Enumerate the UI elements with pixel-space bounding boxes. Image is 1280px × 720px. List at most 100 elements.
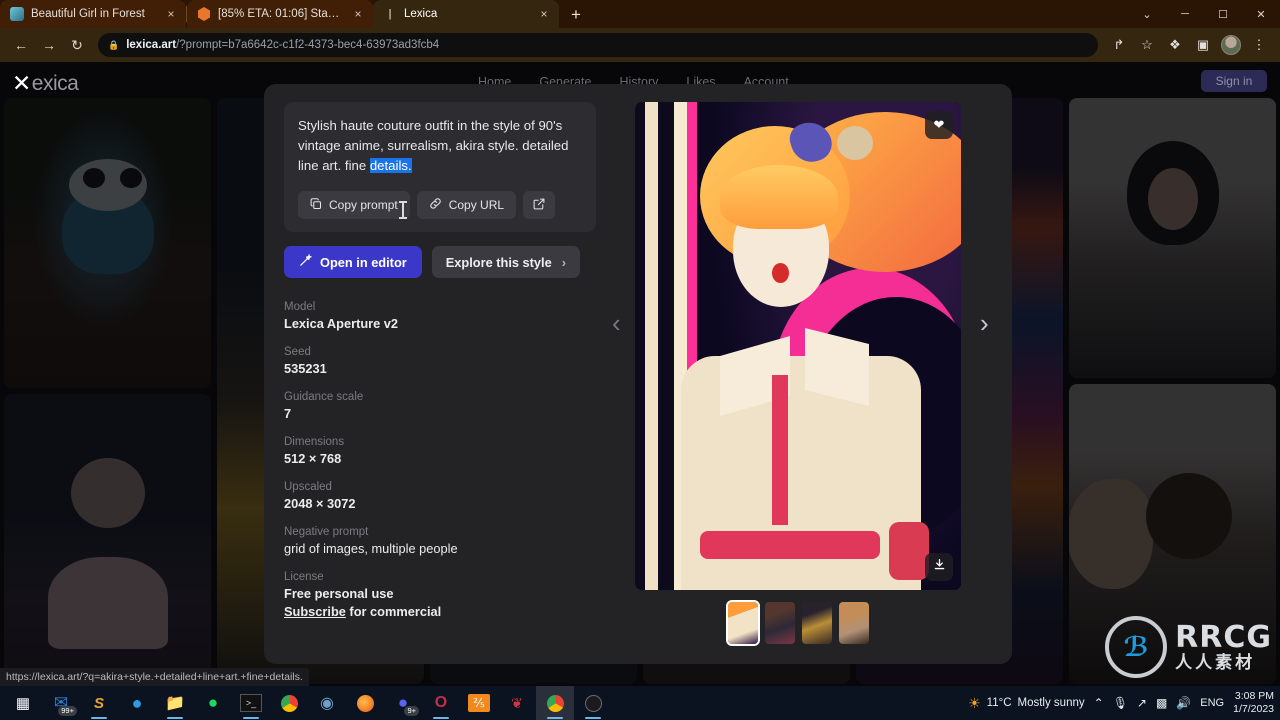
thumbnail-2[interactable] (801, 602, 832, 644)
taskbar-chrome-window[interactable] (536, 686, 574, 720)
side-panel-icon[interactable]: ▣ (1190, 32, 1216, 58)
running-indicator (547, 717, 563, 719)
modal-left-panel: Stylish haute couture outfit in the styl… (284, 102, 604, 646)
prompt-text[interactable]: Stylish haute couture outfit in the styl… (298, 116, 582, 176)
thumbnail-0[interactable] (725, 600, 760, 646)
taskbar-mail[interactable]: ✉ 99+ (42, 686, 80, 720)
reload-button[interactable]: ↻ (64, 32, 90, 58)
metadata-row-negative-prompt: Negative prompt grid of images, multiple… (284, 525, 596, 558)
subscribe-link[interactable]: Subscribe (284, 604, 346, 619)
browser-tab-0[interactable]: Beautiful Girl in Forest × (0, 0, 186, 28)
address-bar[interactable]: 🔒 lexica.art/?prompt=b7a6642c-c1f2-4373-… (98, 33, 1098, 57)
tab-close-icon[interactable]: × (351, 7, 365, 21)
tray-expand-chevron-icon[interactable]: ⌃ (1094, 696, 1104, 710)
open-external-button[interactable] (523, 191, 556, 219)
clock[interactable]: 3:08 PM 1/7/2023 (1233, 690, 1274, 716)
metadata-label: License (284, 571, 324, 583)
taskbar-firefox[interactable] (346, 686, 384, 720)
next-image-arrow[interactable]: › (980, 308, 989, 339)
license-line-2: Subscribe for commercial (284, 603, 596, 621)
copy-url-button[interactable]: Copy URL (416, 191, 517, 219)
thumbnail-3[interactable] (838, 602, 869, 644)
share-icon[interactable]: ↱ (1106, 32, 1132, 58)
bookmark-star-icon[interactable]: ☆ (1134, 32, 1160, 58)
forward-button[interactable]: → (36, 32, 62, 58)
watermark-text: RRCG 人人素材 (1175, 622, 1272, 672)
tab-title: Lexica (404, 8, 438, 20)
previous-image-arrow[interactable]: ‹ (612, 308, 621, 339)
metadata-label: Negative prompt (284, 526, 369, 538)
hero-image[interactable]: ❤ (635, 102, 961, 590)
metadata-label: Guidance scale (284, 391, 364, 403)
like-button[interactable]: ❤ (925, 111, 953, 139)
taskbar-file-explorer[interactable]: 📁 (156, 686, 194, 720)
taskbar-orange-app[interactable]: ⅖ (460, 686, 498, 720)
weather-temperature: 11°C (986, 697, 1012, 709)
explore-this-style-button[interactable]: Explore this style › (431, 246, 580, 278)
thumbnail-1[interactable] (764, 602, 795, 644)
close-window-button[interactable]: ✕ (1242, 0, 1280, 28)
chrome-menu-icon[interactable]: ⋮ (1246, 32, 1272, 58)
firefox-icon (356, 694, 374, 712)
metadata-value: 2048 × 3072 (284, 496, 356, 511)
taskbar-steam[interactable]: ◉ (308, 686, 346, 720)
tab-close-icon[interactable]: × (164, 7, 178, 21)
battery-icon[interactable]: ▩ (1156, 696, 1167, 710)
dark-app-icon (584, 694, 602, 712)
tab-close-icon[interactable]: × (537, 7, 551, 21)
open-in-editor-button[interactable]: Open in editor (284, 246, 422, 278)
taskbar-start-button[interactable]: ▦ (4, 686, 42, 720)
taskbar-microsoft-edge[interactable]: ● (118, 686, 156, 720)
volume-icon[interactable]: 🔊 (1176, 696, 1191, 710)
minimize-button[interactable]: ─ (1166, 0, 1204, 28)
lexica-logo[interactable]: ✕ exica (12, 70, 79, 97)
running-indicator (243, 717, 259, 719)
extensions-puzzle-icon[interactable]: ❖ (1162, 32, 1188, 58)
running-indicator (433, 717, 449, 719)
new-tab-button[interactable]: + (563, 2, 589, 28)
running-indicator (167, 717, 183, 719)
taskbar-opera[interactable]: O (422, 686, 460, 720)
hero-image-wrapper: ❤ (635, 102, 961, 590)
primary-action-row: Open in editor Explore this style › (284, 246, 596, 278)
tab-search-icon[interactable]: ⌄ (1128, 0, 1166, 28)
taskbar-terminal[interactable]: >_ (232, 686, 270, 720)
metadata-row-dimensions: Dimensions 512 × 768 (284, 435, 596, 468)
watermark-mark: ℬ (1123, 631, 1149, 663)
copy-prompt-button[interactable]: Copy prompt (298, 191, 410, 219)
maximize-button[interactable]: ☐ (1204, 0, 1242, 28)
browser-tab-1[interactable]: [85% ETA: 01:06] Stable Diffusion × (187, 0, 373, 28)
mail-badge: 99+ (58, 706, 77, 716)
back-button[interactable]: ← (8, 32, 34, 58)
prompt-text-selected: details. (369, 158, 412, 173)
explore-style-label: Explore this style (445, 254, 552, 270)
terminal-icon: >_ (239, 694, 263, 712)
running-indicator (91, 717, 107, 719)
browser-tab-2[interactable]: | Lexica × (373, 0, 559, 28)
language-indicator[interactable]: ENG (1200, 697, 1224, 709)
taskbar-spotify[interactable]: ● (194, 686, 232, 720)
sign-in-button[interactable]: Sign in (1201, 70, 1267, 92)
download-button[interactable] (925, 553, 953, 581)
prompt-card: Stylish haute couture outfit in the styl… (284, 102, 596, 232)
taskbar-dark-app[interactable] (574, 686, 612, 720)
window-controls: ⌄ ─ ☐ ✕ (1128, 0, 1280, 28)
profile-avatar[interactable] (1218, 32, 1244, 58)
address-path: /?prompt=b7a6642c-c1f2-4373-bec4-63973ad… (176, 39, 440, 51)
running-indicator (585, 717, 601, 719)
metadata-value: Lexica Aperture v2 (284, 316, 399, 331)
watermark-logo-icon: ℬ (1105, 616, 1168, 678)
taskbar-sublime-text[interactable]: S (80, 686, 118, 720)
taskbar-google-chrome[interactable] (270, 686, 308, 720)
cherry-icon: ❦ (511, 694, 523, 711)
taskbar-discord[interactable]: ● 9+ (384, 686, 422, 720)
taskbar-cherry-app[interactable]: ❦ (498, 686, 536, 720)
metadata-label: Seed (284, 346, 311, 358)
clock-date: 1/7/2023 (1233, 703, 1274, 715)
network-icon[interactable]: ↗ (1137, 696, 1147, 710)
rrcg-watermark: ℬ RRCG 人人素材 (1105, 616, 1272, 678)
microphone-icon[interactable]: 🎙 (1113, 696, 1128, 710)
windows-start-icon: ▦ (15, 695, 31, 712)
weather-widget[interactable]: ☀ 11°C Mostly sunny (968, 695, 1085, 712)
screen: Beautiful Girl in Forest × [85% ETA: 01:… (0, 0, 1280, 720)
